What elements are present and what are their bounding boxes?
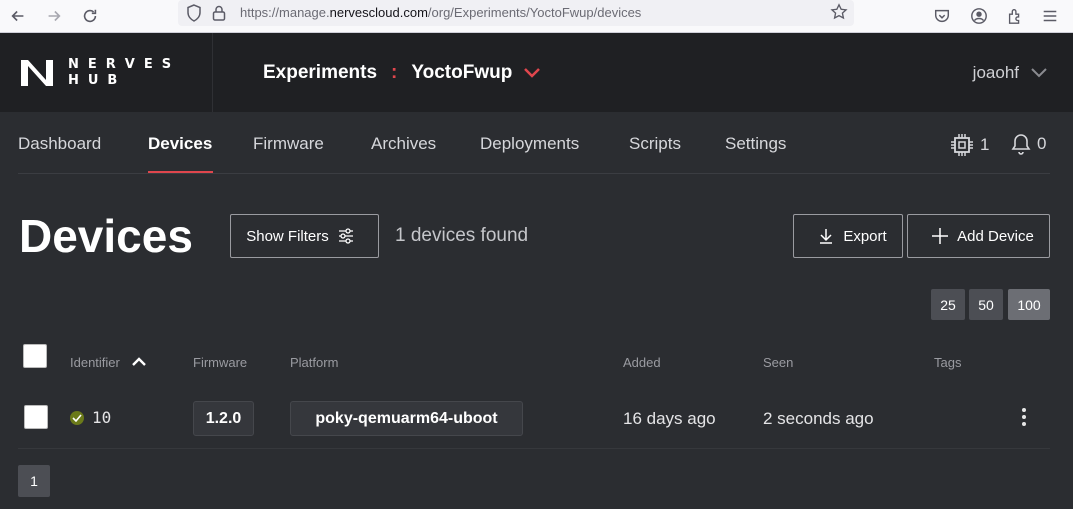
firmware-version-badge: 1.2.0 [193, 401, 254, 436]
nerveshub-logo[interactable]: NERVES HUB [18, 57, 180, 89]
bell-icon [1011, 134, 1031, 155]
menu-icon[interactable] [1039, 5, 1061, 27]
identifier-text: 10 [92, 408, 112, 427]
platform-badge: poky-qemuarm64-uboot [290, 401, 523, 436]
pocket-icon[interactable] [931, 5, 953, 27]
tab-dashboard[interactable]: Dashboard [18, 134, 101, 154]
add-device-button[interactable]: Add Device [907, 214, 1050, 258]
lock-icon[interactable] [212, 4, 226, 27]
add-device-label: Add Device [957, 227, 1034, 245]
tabs-divider [18, 173, 1050, 174]
extensions-icon[interactable] [1004, 5, 1026, 27]
tab-settings[interactable]: Settings [725, 134, 786, 154]
logo-text: NERVES HUB [68, 57, 181, 88]
column-header-added[interactable]: Added [623, 355, 661, 370]
row-checkbox[interactable] [24, 405, 48, 429]
chevron-down-icon [1031, 63, 1047, 83]
page-size-100[interactable]: 100 [1008, 289, 1050, 320]
shield-icon[interactable] [186, 4, 202, 27]
devices-found-count: 1 devices found [395, 225, 529, 246]
last-seen: 2 seconds ago [763, 409, 874, 428]
column-header-identifier[interactable]: Identifier [70, 355, 146, 370]
org-name: Experiments [263, 62, 378, 83]
column-header-firmware[interactable]: Firmware [193, 355, 247, 370]
pagination-page-1[interactable]: 1 [18, 465, 50, 497]
address-bar[interactable]: https://manage.nervescloud.com/org/Exper… [178, 0, 854, 26]
main-tabs: Dashboard Devices Firmware Archives Depl… [0, 112, 1073, 174]
page-size-25[interactable]: 25 [931, 289, 965, 320]
bookmark-star-icon[interactable] [830, 3, 848, 26]
added-date: 16 days ago [623, 409, 716, 428]
product-name: YoctoFwup [411, 62, 513, 83]
devices-count: 1 [980, 135, 990, 154]
tab-archives[interactable]: Archives [371, 134, 436, 154]
row-divider [18, 448, 1050, 449]
browser-toolbar: https://manage.nervescloud.com/org/Exper… [0, 0, 1073, 33]
sliders-icon [338, 228, 353, 244]
row-actions-kebab-icon[interactable] [1016, 406, 1032, 428]
tab-devices[interactable]: Devices [148, 134, 212, 154]
device-identifier[interactable]: 10 [70, 408, 111, 427]
chip-icon [951, 134, 973, 156]
show-filters-label: Show Filters [246, 227, 329, 245]
page-size-50[interactable]: 50 [969, 289, 1003, 320]
tab-scripts[interactable]: Scripts [629, 134, 681, 154]
forward-icon[interactable] [43, 5, 65, 27]
notifications-indicator[interactable]: 0 [1011, 133, 1046, 155]
sort-ascending-icon [131, 357, 146, 366]
select-all-checkbox[interactable] [23, 344, 47, 368]
export-label: Export [843, 227, 887, 245]
tab-firmware[interactable]: Firmware [253, 134, 324, 154]
show-filters-button[interactable]: Show Filters [230, 214, 379, 258]
app-header: NERVES HUB Experiments : YoctoFwup joaoh… [0, 33, 1073, 112]
org-product-selector[interactable]: Experiments : YoctoFwup [263, 62, 541, 84]
account-icon[interactable] [968, 5, 990, 27]
page-title: Devices [19, 210, 193, 262]
export-button[interactable]: Export [793, 214, 903, 258]
connected-devices-indicator[interactable]: 1 [950, 133, 989, 157]
back-icon[interactable] [7, 5, 29, 27]
column-header-platform[interactable]: Platform [290, 355, 338, 370]
logo-mark-icon [21, 60, 53, 86]
column-header-tags: Tags [934, 355, 962, 370]
download-icon [820, 229, 833, 244]
url-text: https://manage.nervescloud.com/org/Exper… [240, 5, 642, 20]
user-menu[interactable]: joaohf [973, 63, 1047, 83]
alerts-count: 0 [1037, 134, 1047, 153]
plus-icon [932, 228, 949, 244]
crumb-separator: : [391, 62, 398, 83]
column-header-seen[interactable]: Seen [763, 355, 793, 370]
tab-deployments[interactable]: Deployments [480, 134, 579, 154]
header-divider [212, 33, 213, 112]
online-status-icon [70, 410, 84, 425]
username: joaohf [972, 63, 1019, 82]
chevron-down-icon [524, 62, 541, 84]
reload-icon[interactable] [79, 5, 101, 27]
